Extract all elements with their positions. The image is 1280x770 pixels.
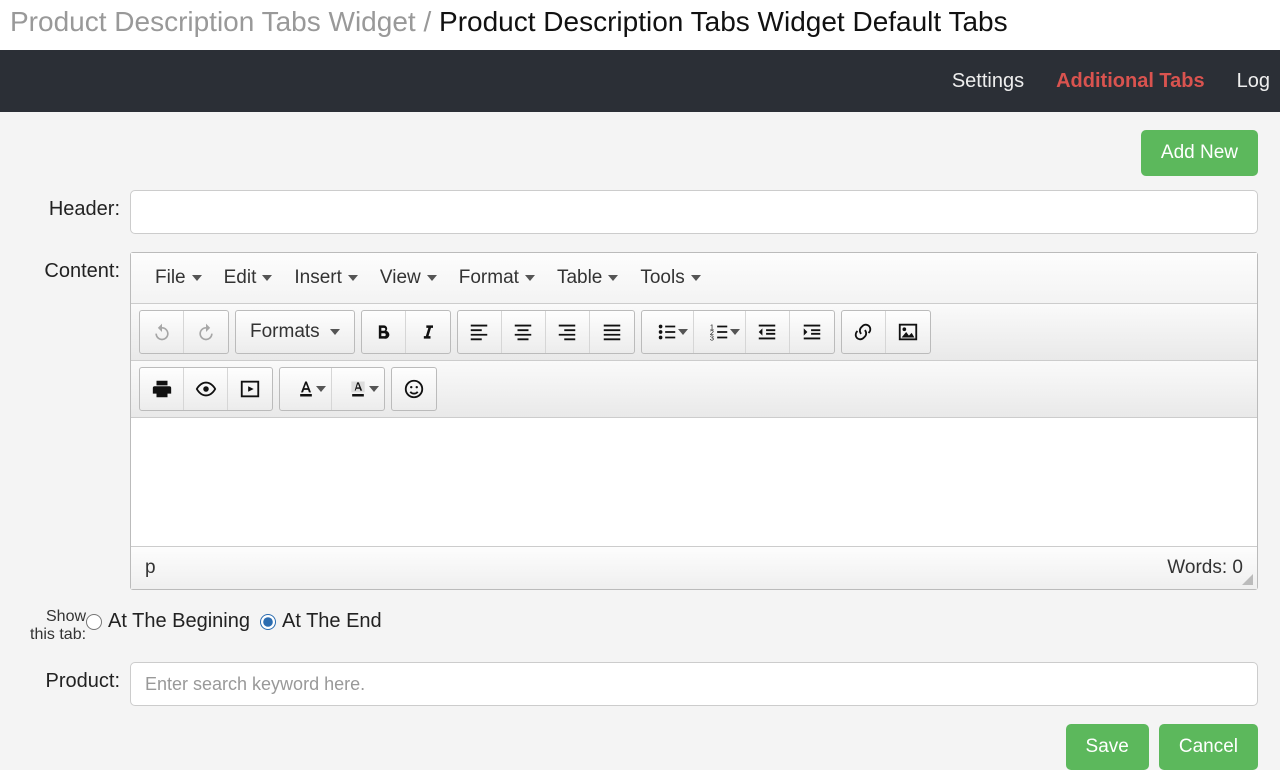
- nav-settings[interactable]: Settings: [952, 70, 1024, 93]
- emoji-icon: [403, 378, 425, 400]
- show-tab-radio-group: At The Begining At The End: [86, 608, 1258, 633]
- svg-text:3: 3: [710, 333, 714, 342]
- outdent-icon: [756, 321, 778, 343]
- radio-at-beginning[interactable]: [86, 614, 102, 630]
- image-button[interactable]: [886, 311, 930, 353]
- word-count: Words: 0: [1167, 557, 1243, 579]
- product-search-input[interactable]: [130, 662, 1258, 706]
- text-color-icon: [296, 379, 316, 399]
- header-input[interactable]: [130, 190, 1258, 234]
- text-color-button[interactable]: [280, 368, 332, 410]
- redo-button[interactable]: [184, 311, 228, 353]
- image-icon: [897, 321, 919, 343]
- bold-button[interactable]: [362, 311, 406, 353]
- chevron-down-icon: [678, 329, 688, 335]
- undo-icon: [152, 322, 172, 342]
- outdent-button[interactable]: [746, 311, 790, 353]
- link-icon: [852, 321, 874, 343]
- align-center-icon: [512, 321, 534, 343]
- emoji-button[interactable]: [392, 368, 436, 410]
- bottom-actions: Save Cancel: [30, 724, 1258, 770]
- align-center-button[interactable]: [502, 311, 546, 353]
- status-path[interactable]: p: [145, 557, 156, 579]
- editor-menubar: File Edit Insert View Format Table Tools: [131, 253, 1257, 304]
- eye-icon: [195, 378, 217, 400]
- breadcrumb: Product Description Tabs Widget / Produc…: [0, 0, 1280, 50]
- chevron-down-icon: [316, 386, 326, 392]
- formats-dropdown[interactable]: Formats: [236, 311, 354, 353]
- chevron-down-icon: [369, 386, 379, 392]
- bg-color-icon: [348, 379, 368, 399]
- chevron-down-icon: [192, 275, 202, 281]
- print-icon: [151, 378, 173, 400]
- navbar: Settings Additional Tabs Log: [0, 50, 1280, 112]
- undo-button[interactable]: [140, 311, 184, 353]
- chevron-down-icon: [525, 275, 535, 281]
- indent-button[interactable]: [790, 311, 834, 353]
- chevron-down-icon: [427, 275, 437, 281]
- row-product: Product:: [30, 662, 1258, 706]
- align-right-button[interactable]: [546, 311, 590, 353]
- label-product: Product:: [30, 662, 130, 693]
- resize-grip-icon[interactable]: [1240, 572, 1254, 586]
- save-button[interactable]: Save: [1066, 724, 1149, 770]
- italic-icon: [418, 322, 438, 342]
- align-left-icon: [468, 321, 490, 343]
- media-icon: [239, 378, 261, 400]
- nav-log[interactable]: Log: [1237, 70, 1270, 93]
- menu-tools[interactable]: Tools: [630, 263, 710, 293]
- editor-toolbar-2: [131, 361, 1257, 418]
- numbered-list-icon: 123: [708, 321, 730, 343]
- menu-view[interactable]: View: [370, 263, 447, 293]
- editor-body[interactable]: [131, 418, 1257, 546]
- menu-file[interactable]: File: [145, 263, 212, 293]
- nav-additional-tabs[interactable]: Additional Tabs: [1056, 70, 1205, 93]
- link-button[interactable]: [842, 311, 886, 353]
- chevron-down-icon: [608, 275, 618, 281]
- content-area: Add New Header: Content: File Edit Inser…: [0, 112, 1280, 770]
- breadcrumb-current: Product Description Tabs Widget Default …: [439, 6, 1008, 37]
- editor-statusbar: p Words: 0: [131, 546, 1257, 589]
- menu-format[interactable]: Format: [449, 263, 545, 293]
- label-show-tab: Show this tab:: [30, 608, 86, 644]
- italic-button[interactable]: [406, 311, 450, 353]
- radio-label-end: At The End: [282, 610, 382, 633]
- row-header: Header:: [30, 190, 1258, 234]
- chevron-down-icon: [730, 329, 740, 335]
- menu-insert[interactable]: Insert: [284, 263, 368, 293]
- align-right-icon: [556, 321, 578, 343]
- row-content: Content: File Edit Insert View Format Ta…: [30, 252, 1258, 590]
- bullet-list-icon: [656, 321, 678, 343]
- numbered-list-button[interactable]: 123: [694, 311, 746, 353]
- add-new-button[interactable]: Add New: [1141, 130, 1258, 176]
- chevron-down-icon: [330, 329, 340, 335]
- bold-icon: [373, 322, 393, 342]
- label-header: Header:: [30, 190, 130, 221]
- menu-table[interactable]: Table: [547, 263, 628, 293]
- bullet-list-button[interactable]: [642, 311, 694, 353]
- top-actions: Add New: [30, 130, 1258, 176]
- radio-at-end[interactable]: [260, 614, 276, 630]
- rich-text-editor: File Edit Insert View Format Table Tools…: [130, 252, 1258, 590]
- breadcrumb-parent[interactable]: Product Description Tabs Widget: [10, 6, 416, 37]
- menu-edit[interactable]: Edit: [214, 263, 283, 293]
- breadcrumb-sep: /: [423, 6, 431, 37]
- bg-color-button[interactable]: [332, 368, 384, 410]
- media-button[interactable]: [228, 368, 272, 410]
- chevron-down-icon: [348, 275, 358, 281]
- label-content: Content:: [30, 252, 130, 283]
- chevron-down-icon: [262, 275, 272, 281]
- justify-icon: [601, 321, 623, 343]
- chevron-down-icon: [691, 275, 701, 281]
- radio-label-beginning: At The Begining: [108, 610, 250, 633]
- align-justify-button[interactable]: [590, 311, 634, 353]
- redo-icon: [196, 322, 216, 342]
- align-left-button[interactable]: [458, 311, 502, 353]
- preview-button[interactable]: [184, 368, 228, 410]
- print-button[interactable]: [140, 368, 184, 410]
- editor-toolbar-1: Formats 123: [131, 304, 1257, 361]
- indent-icon: [801, 321, 823, 343]
- row-show-tab: Show this tab: At The Begining At The En…: [30, 608, 1258, 644]
- cancel-button[interactable]: Cancel: [1159, 724, 1258, 770]
